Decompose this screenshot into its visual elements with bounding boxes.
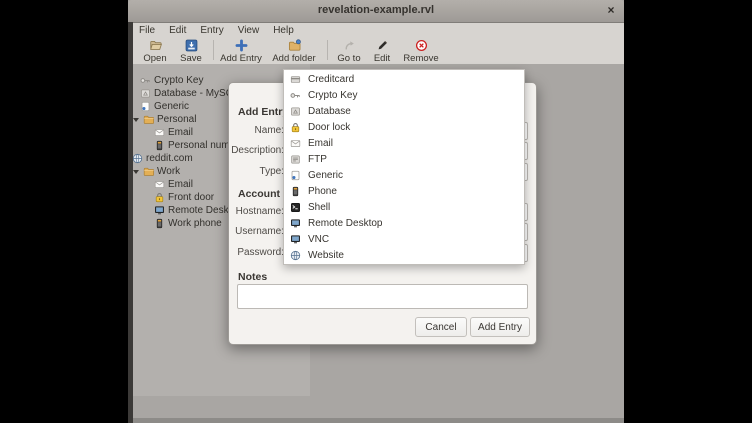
window-bottom-edge [128, 418, 624, 423]
type-option-door-lock[interactable]: Door lock [285, 119, 526, 135]
notes-heading: Notes [238, 271, 267, 283]
type-option-shell[interactable]: Shell [285, 199, 526, 215]
add-entry-submit-button[interactable]: Add Entry [470, 317, 530, 337]
add-plus-icon [235, 39, 248, 52]
expander-icon[interactable] [133, 170, 139, 174]
type-dropdown-menu: Creditcard Crypto Key Database Door lock… [283, 69, 525, 265]
toolbar-add-folder-button[interactable]: Add folder [268, 38, 320, 64]
remote-desktop-icon [154, 205, 165, 216]
name-label: Name: [229, 125, 284, 136]
toolbar-separator [327, 40, 328, 60]
creditcard-icon [290, 74, 301, 85]
status-area [133, 396, 624, 418]
type-label: Type: [229, 166, 284, 177]
toolbar-edit-button[interactable]: Edit [370, 38, 394, 64]
menu-view[interactable]: View [231, 25, 267, 36]
username-label: Username: [229, 226, 284, 237]
type-option-ftp[interactable]: FTP [285, 151, 526, 167]
menubar: File Edit Entry View Help [132, 23, 624, 37]
type-option-generic[interactable]: Generic [285, 167, 526, 183]
toolbar-remove-button[interactable]: Remove [400, 38, 442, 64]
vnc-icon [290, 234, 301, 245]
phone-icon [154, 218, 165, 229]
type-option-website[interactable]: Website [285, 247, 526, 263]
menu-edit[interactable]: Edit [162, 25, 193, 36]
description-label: Description: [229, 145, 284, 156]
toolbar-separator [213, 40, 214, 60]
titlebar[interactable]: revelation-example.rvl × [128, 0, 624, 23]
close-icon[interactable]: × [604, 3, 618, 17]
database-icon [140, 88, 151, 99]
toolbar-open-button[interactable]: Open [136, 38, 174, 64]
toolbar-go-to-button[interactable]: Go to [332, 38, 366, 64]
website-icon [290, 250, 301, 261]
desktop-background: revelation-example.rvl × File Edit Entry… [0, 0, 752, 423]
folder-icon [143, 166, 154, 177]
menu-help[interactable]: Help [266, 25, 301, 36]
window-title: revelation-example.rvl [128, 4, 624, 16]
email-icon [290, 138, 301, 149]
type-option-phone[interactable]: Phone [285, 183, 526, 199]
phone-icon [290, 186, 301, 197]
toolbar-add-entry-button[interactable]: Add Entry [216, 38, 266, 64]
email-icon [154, 179, 165, 190]
type-option-creditcard[interactable]: Creditcard [285, 71, 526, 87]
key-icon [140, 75, 151, 86]
shell-icon [290, 202, 301, 213]
type-option-email[interactable]: Email [285, 135, 526, 151]
type-option-remote-desktop[interactable]: Remote Desktop [285, 215, 526, 231]
pencil-icon [376, 39, 389, 52]
dialog-title: Add Entry [238, 106, 288, 118]
type-option-database[interactable]: Database [285, 103, 526, 119]
database-icon [290, 106, 301, 117]
type-option-crypto-key[interactable]: Crypto Key [285, 87, 526, 103]
phone-icon [154, 140, 165, 151]
door-lock-icon [154, 192, 165, 203]
password-label: Password: [229, 247, 284, 258]
menu-entry[interactable]: Entry [193, 25, 230, 36]
remove-icon [415, 39, 428, 52]
toolbar: Open Save Add Entry Add folder Go to Edi… [132, 37, 624, 65]
folder-open-icon [149, 39, 162, 52]
email-icon [154, 127, 165, 138]
website-icon [132, 153, 143, 164]
cancel-button[interactable]: Cancel [415, 317, 467, 337]
remote-desktop-icon [290, 218, 301, 229]
notes-textarea[interactable] [237, 284, 528, 309]
expander-icon[interactable] [133, 118, 139, 122]
revelation-window: revelation-example.rvl × File Edit Entry… [128, 0, 624, 423]
new-folder-icon [288, 39, 301, 52]
menu-file[interactable]: File [132, 25, 162, 36]
key-icon [290, 90, 301, 101]
ftp-icon [290, 154, 301, 165]
jump-to-icon [343, 39, 356, 52]
hostname-label: Hostname: [229, 206, 284, 217]
generic-icon [290, 170, 301, 181]
door-lock-icon [290, 122, 301, 133]
generic-icon [140, 101, 151, 112]
folder-icon [143, 114, 154, 125]
type-option-vnc[interactable]: VNC [285, 231, 526, 247]
save-icon [185, 39, 198, 52]
toolbar-save-button[interactable]: Save [174, 38, 208, 64]
